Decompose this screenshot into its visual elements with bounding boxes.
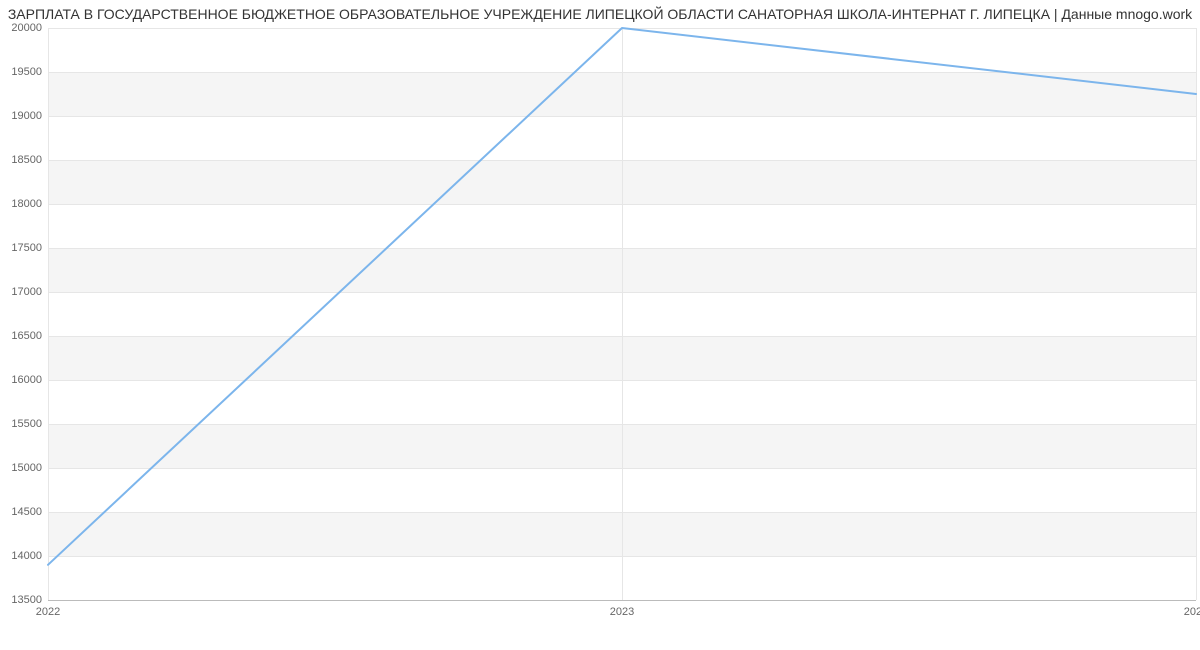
chart-y-tick: 14500 (2, 506, 42, 518)
chart-series-line (48, 28, 1196, 565)
chart-y-tick: 14000 (2, 550, 42, 562)
chart-y-tick: 16500 (2, 330, 42, 342)
chart-y-tick: 19500 (2, 66, 42, 78)
chart-vertical-gridline (1196, 28, 1197, 600)
chart-y-tick: 17000 (2, 286, 42, 298)
chart-x-tick: 2023 (610, 606, 634, 618)
chart-y-tick: 15000 (2, 462, 42, 474)
chart-y-tick: 19000 (2, 110, 42, 122)
chart-y-tick: 18500 (2, 154, 42, 166)
chart-y-tick: 17500 (2, 242, 42, 254)
chart-container: ЗАРПЛАТА В ГОСУДАРСТВЕННОЕ БЮДЖЕТНОЕ ОБР… (0, 0, 1200, 650)
chart-plot-area: 1350014000145001500015500160001650017000… (48, 28, 1196, 601)
chart-y-tick: 13500 (2, 594, 42, 606)
chart-line-layer (48, 28, 1196, 600)
chart-x-tick: 2024 (1184, 606, 1200, 618)
chart-title: ЗАРПЛАТА В ГОСУДАРСТВЕННОЕ БЮДЖЕТНОЕ ОБР… (0, 6, 1200, 22)
chart-x-tick: 2022 (36, 606, 60, 618)
chart-y-tick: 16000 (2, 374, 42, 386)
chart-y-tick: 20000 (2, 22, 42, 34)
chart-y-tick: 15500 (2, 418, 42, 430)
chart-y-tick: 18000 (2, 198, 42, 210)
